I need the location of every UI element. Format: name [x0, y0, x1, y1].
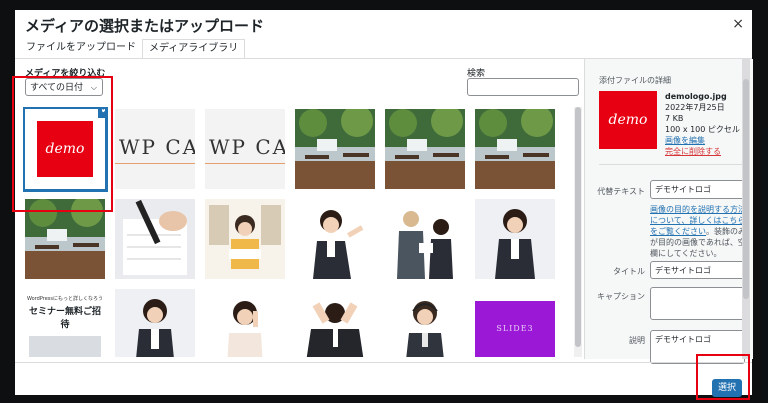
media-item[interactable]: WP CA [205, 109, 285, 189]
media-item[interactable] [385, 109, 465, 189]
seminar-banner-thumbnail: WordPressにもっと詳しくなろうセミナー無料ご招待 [25, 295, 105, 357]
attachment-details: 添付ファイルの詳細 demo demologo.jpg 2022年7月25日 7… [584, 59, 753, 364]
tab-media-library[interactable]: メディアライブラリ [142, 39, 246, 59]
details-scrollbar-thumb[interactable] [743, 79, 749, 299]
slide-thumbnail: SLIDE3 [475, 301, 555, 357]
wp-text-thumbnail: WP CA [209, 135, 285, 159]
cafe-interior-photo [475, 109, 555, 189]
details-separator [599, 164, 745, 165]
details-thumbnail: demo [599, 91, 657, 149]
modal-title: メディアの選択またはアップロード [25, 17, 264, 35]
media-item[interactable] [385, 199, 465, 279]
businesswoman-pointing-photo [295, 199, 375, 279]
woman-headset-photo [385, 289, 465, 357]
media-modal: メディアの選択またはアップロード × ファイルをアップロード メディアライブラリ… [15, 10, 753, 397]
media-item[interactable] [115, 199, 195, 279]
delete-permanently-link[interactable]: 完全に削除する [665, 146, 740, 157]
close-icon[interactable]: × [732, 16, 744, 32]
media-item[interactable] [295, 109, 375, 189]
media-item[interactable] [295, 199, 375, 279]
wp-text-underline [205, 163, 285, 164]
details-dimensions: 100 x 100 ピクセル [665, 125, 740, 134]
woman-thinking-photo [205, 289, 285, 357]
business-people-photo [385, 199, 465, 279]
title-label: タイトル [613, 267, 645, 276]
media-item[interactable] [295, 289, 375, 357]
search-input[interactable] [467, 78, 579, 96]
details-date: 2022年7月25日 [665, 103, 725, 112]
media-item[interactable] [115, 289, 195, 357]
wp-text-thumbnail: WP CA [119, 135, 195, 159]
alt-text-label: 代替テキスト [597, 187, 645, 196]
details-scrollbar[interactable] [742, 59, 750, 359]
caption-field[interactable] [650, 287, 745, 320]
modal-tabs: ファイルをアップロード メディアライブラリ [20, 39, 246, 59]
media-item[interactable]: WP CA [115, 109, 195, 189]
title-field[interactable]: デモサイトロゴ [650, 261, 745, 279]
caption-label: キャプション [597, 292, 645, 301]
details-filename: demologo.jpg [665, 92, 727, 101]
highlight-box-select-button [696, 354, 750, 400]
hand-writing-photo [115, 199, 195, 279]
details-meta: demologo.jpg 2022年7月25日 7 KB 100 x 100 ピ… [665, 91, 740, 157]
media-item[interactable]: WordPressにもっと詳しくなろうセミナー無料ご招待 [25, 289, 105, 357]
details-size: 7 KB [665, 114, 684, 123]
businesswoman-photo [115, 289, 195, 357]
media-item[interactable] [475, 109, 555, 189]
media-item[interactable] [205, 289, 285, 357]
media-item[interactable]: SLIDE3 [475, 289, 555, 357]
cafe-interior-photo [385, 109, 465, 189]
media-item[interactable] [205, 199, 285, 279]
grid-scrollbar[interactable] [574, 107, 582, 357]
woman-reading-photo [205, 199, 285, 279]
media-item[interactable] [385, 289, 465, 357]
businesswoman-photo [475, 199, 555, 279]
grid-scrollbar-thumb[interactable] [575, 107, 581, 347]
alt-text-help: 画像の目的を説明する方法について、詳しくはこちらをご覧ください。装飾のみが目的の… [650, 204, 747, 259]
footer-divider [15, 362, 752, 363]
banner-title: セミナー無料ご招待 [28, 307, 101, 330]
cafe-interior-photo [295, 109, 375, 189]
alt-text-field[interactable]: デモサイトロゴ [650, 180, 745, 199]
banner-subtitle: WordPressにもっと詳しくなろう [26, 296, 103, 302]
media-item[interactable] [475, 199, 555, 279]
details-heading: 添付ファイルの詳細 [599, 76, 671, 85]
wp-text-underline [115, 163, 195, 164]
stressed-man-photo [295, 289, 375, 357]
edit-image-link[interactable]: 画像を編集 [665, 135, 740, 146]
description-label: 説明 [629, 336, 645, 345]
highlight-box-selected-image [12, 76, 113, 212]
tab-upload[interactable]: ファイルをアップロード [20, 39, 142, 57]
banner-photo [29, 336, 101, 357]
